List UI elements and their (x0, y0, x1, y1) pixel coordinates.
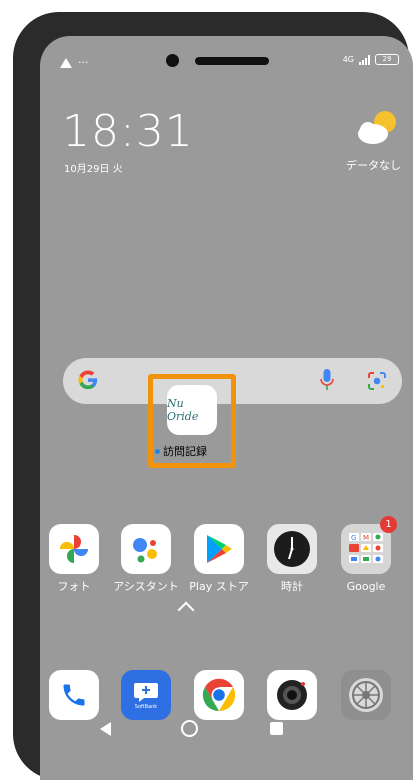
softbank-text: SoftBank (134, 703, 158, 710)
status-dots: ··· (78, 56, 89, 69)
clock-date: 10月29日 火 (64, 164, 123, 175)
app-label: アシスタント (113, 580, 179, 593)
network-label: 4G (342, 55, 354, 64)
warning-icon (60, 57, 72, 68)
visit-record-app-icon[interactable]: Nu Oride (167, 385, 217, 435)
dock-softbank[interactable]: SoftBank (112, 670, 180, 720)
app-label: 時計 (281, 580, 303, 593)
softbank-icon: SoftBank (121, 670, 171, 720)
clock-icon (267, 524, 317, 574)
chrome-icon (194, 670, 244, 720)
visit-record-app-label[interactable]: 訪問記録 (155, 443, 235, 459)
app-google-folder[interactable]: G M 1 Google (332, 516, 400, 594)
weather-status[interactable]: データなし (346, 157, 401, 173)
app-clock[interactable]: 時計 (258, 524, 326, 594)
earpiece (195, 57, 269, 65)
app-label: Google (346, 580, 386, 593)
app-play-store[interactable]: Play ストア (185, 524, 253, 594)
new-app-dot (155, 448, 160, 454)
partly-cloudy-icon[interactable] (355, 108, 399, 148)
svg-text:M: M (363, 534, 369, 542)
status-right: 4G 29 (343, 54, 399, 65)
camera-icon (267, 670, 317, 720)
front-camera (166, 54, 179, 67)
photos-icon (49, 524, 99, 574)
google-folder-icon: G M 1 (341, 516, 397, 574)
back-icon[interactable] (100, 722, 111, 736)
dock-camera[interactable] (258, 670, 326, 720)
home-icon[interactable] (181, 720, 198, 737)
app-assistant[interactable]: アシスタント (112, 524, 180, 594)
assistant-icon (121, 524, 171, 574)
settings-icon (341, 670, 391, 720)
visit-record-label-text: 訪問記録 (163, 445, 207, 458)
svg-text:G: G (351, 534, 356, 542)
google-g-icon (78, 370, 98, 390)
recents-icon[interactable] (270, 722, 283, 735)
notification-badge: 1 (380, 516, 397, 533)
dock-chrome[interactable] (185, 670, 253, 720)
mic-icon[interactable] (320, 368, 334, 392)
app-label: フォト (57, 580, 91, 593)
dock-settings[interactable] (332, 670, 400, 720)
signal-icon (359, 54, 370, 65)
phone-icon (49, 670, 99, 720)
dock-phone[interactable] (40, 670, 108, 720)
app-photos[interactable]: フォト (40, 524, 108, 594)
clock-time[interactable]: 18:31 (62, 106, 194, 157)
battery-icon: 29 (375, 54, 399, 65)
visit-record-logo-text: Nu Oride (167, 397, 199, 423)
status-left: ··· (60, 56, 89, 69)
lens-icon[interactable] (367, 371, 387, 391)
app-label: Play ストア (189, 580, 249, 593)
play-store-icon (194, 524, 244, 574)
